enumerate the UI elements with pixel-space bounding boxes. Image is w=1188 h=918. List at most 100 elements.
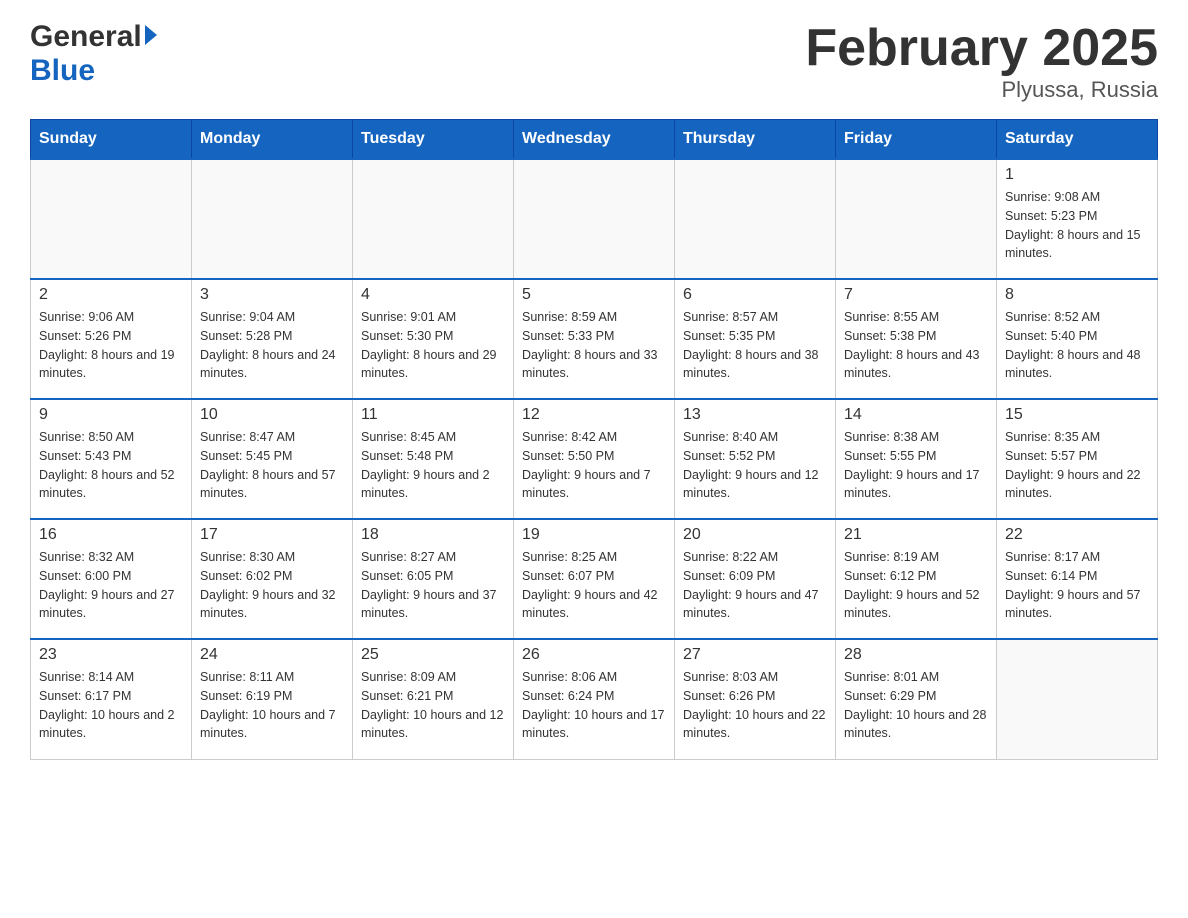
day-info: Sunrise: 8:06 AMSunset: 6:24 PMDaylight:… [522,668,666,743]
calendar-cell: 7 Sunrise: 8:55 AMSunset: 5:38 PMDaylight… [836,279,997,399]
day-number: 4 [361,286,505,304]
day-number: 24 [200,646,344,664]
day-number: 19 [522,526,666,544]
logo-general-text: General [30,20,142,54]
day-info: Sunrise: 9:08 AMSunset: 5:23 PMDaylight:… [1005,188,1149,263]
logo-blue-text: Blue [30,54,95,88]
day-number: 12 [522,406,666,424]
week-row-4: 16 Sunrise: 8:32 AMSunset: 6:00 PMDayligh… [31,519,1158,639]
calendar-cell: 25 Sunrise: 8:09 AMSunset: 6:21 PMDayligh… [353,639,514,759]
day-number: 22 [1005,526,1149,544]
day-info: Sunrise: 8:57 AMSunset: 5:35 PMDaylight:… [683,308,827,383]
day-number: 3 [200,286,344,304]
calendar-cell: 3 Sunrise: 9:04 AMSunset: 5:28 PMDaylight… [192,279,353,399]
header-row: SundayMondayTuesdayWednesdayThursdayFrid… [31,120,1158,160]
calendar-cell: 11 Sunrise: 8:45 AMSunset: 5:48 PMDayligh… [353,399,514,519]
day-info: Sunrise: 8:25 AMSunset: 6:07 PMDaylight:… [522,548,666,623]
week-row-5: 23Sunrise: 8:14 AMSunset: 6:17 PMDayligh… [31,639,1158,759]
day-info: Sunrise: 9:01 AMSunset: 5:30 PMDaylight:… [361,308,505,383]
day-info: Sunrise: 8:40 AMSunset: 5:52 PMDaylight:… [683,428,827,503]
day-info: Sunrise: 9:04 AMSunset: 5:28 PMDaylight:… [200,308,344,383]
calendar-cell: 1Sunrise: 9:08 AMSunset: 5:23 PMDaylight… [997,159,1158,279]
day-header-saturday: Saturday [997,120,1158,160]
title-block: February 2025 Plyussa, Russia [805,20,1158,103]
calendar-cell: 5Sunrise: 8:59 AMSunset: 5:33 PMDaylight… [514,279,675,399]
day-number: 17 [200,526,344,544]
calendar-cell: 19 Sunrise: 8:25 AMSunset: 6:07 PMDayligh… [514,519,675,639]
calendar-cell [31,159,192,279]
calendar-cell: 24 Sunrise: 8:11 AMSunset: 6:19 PMDayligh… [192,639,353,759]
day-info: Sunrise: 8:52 AMSunset: 5:40 PMDaylight:… [1005,308,1149,383]
calendar-cell: 17 Sunrise: 8:30 AMSunset: 6:02 PMDayligh… [192,519,353,639]
week-row-3: 9Sunrise: 8:50 AMSunset: 5:43 PMDaylight… [31,399,1158,519]
calendar-subtitle: Plyussa, Russia [805,77,1158,103]
calendar-cell [353,159,514,279]
logo-arrow-icon [145,25,157,45]
calendar-cell: 26 Sunrise: 8:06 AMSunset: 6:24 PMDayligh… [514,639,675,759]
calendar-cell: 4 Sunrise: 9:01 AMSunset: 5:30 PMDaylight… [353,279,514,399]
day-info: Sunrise: 8:09 AMSunset: 6:21 PMDaylight:… [361,668,505,743]
day-info: Sunrise: 8:55 AMSunset: 5:38 PMDaylight:… [844,308,988,383]
day-info: Sunrise: 8:35 AMSunset: 5:57 PMDaylight:… [1005,428,1149,503]
day-header-thursday: Thursday [675,120,836,160]
calendar-cell: 9Sunrise: 8:50 AMSunset: 5:43 PMDaylight… [31,399,192,519]
calendar-cell: 27 Sunrise: 8:03 AMSunset: 6:26 PMDayligh… [675,639,836,759]
logo: General Blue [30,20,157,88]
calendar-header: SundayMondayTuesdayWednesdayThursdayFrid… [31,120,1158,160]
day-number: 26 [522,646,666,664]
calendar-cell [997,639,1158,759]
calendar-cell: 10Sunrise: 8:47 AMSunset: 5:45 PMDayligh… [192,399,353,519]
day-info: Sunrise: 8:38 AMSunset: 5:55 PMDaylight:… [844,428,988,503]
day-number: 2 [39,286,183,304]
calendar-cell [675,159,836,279]
calendar-cell: 6 Sunrise: 8:57 AMSunset: 5:35 PMDaylight… [675,279,836,399]
day-info: Sunrise: 8:11 AMSunset: 6:19 PMDaylight:… [200,668,344,743]
day-info: Sunrise: 8:42 AMSunset: 5:50 PMDaylight:… [522,428,666,503]
day-number: 7 [844,286,988,304]
day-number: 13 [683,406,827,424]
day-header-friday: Friday [836,120,997,160]
day-number: 27 [683,646,827,664]
calendar-cell: 8Sunrise: 8:52 AMSunset: 5:40 PMDaylight… [997,279,1158,399]
day-header-monday: Monday [192,120,353,160]
calendar-cell: 28 Sunrise: 8:01 AMSunset: 6:29 PMDayligh… [836,639,997,759]
week-row-1: 1Sunrise: 9:08 AMSunset: 5:23 PMDaylight… [31,159,1158,279]
calendar-body: 1Sunrise: 9:08 AMSunset: 5:23 PMDaylight… [31,159,1158,759]
day-number: 15 [1005,406,1149,424]
day-number: 14 [844,406,988,424]
day-info: Sunrise: 8:22 AMSunset: 6:09 PMDaylight:… [683,548,827,623]
day-number: 18 [361,526,505,544]
day-header-tuesday: Tuesday [353,120,514,160]
day-number: 21 [844,526,988,544]
calendar-table: SundayMondayTuesdayWednesdayThursdayFrid… [30,119,1158,760]
calendar-cell: 13 Sunrise: 8:40 AMSunset: 5:52 PMDayligh… [675,399,836,519]
day-header-wednesday: Wednesday [514,120,675,160]
day-number: 6 [683,286,827,304]
day-info: Sunrise: 8:01 AMSunset: 6:29 PMDaylight:… [844,668,988,743]
day-number: 23 [39,646,183,664]
day-info: Sunrise: 8:19 AMSunset: 6:12 PMDaylight:… [844,548,988,623]
day-number: 28 [844,646,988,664]
day-info: Sunrise: 8:30 AMSunset: 6:02 PMDaylight:… [200,548,344,623]
day-number: 11 [361,406,505,424]
calendar-cell: 22 Sunrise: 8:17 AMSunset: 6:14 PMDayligh… [997,519,1158,639]
day-info: Sunrise: 8:32 AMSunset: 6:00 PMDaylight:… [39,548,183,623]
page-header: General Blue February 2025 Plyussa, Russ… [30,20,1158,103]
calendar-cell: 16 Sunrise: 8:32 AMSunset: 6:00 PMDayligh… [31,519,192,639]
day-info: Sunrise: 8:27 AMSunset: 6:05 PMDaylight:… [361,548,505,623]
calendar-cell: 14 Sunrise: 8:38 AMSunset: 5:55 PMDayligh… [836,399,997,519]
day-info: Sunrise: 8:03 AMSunset: 6:26 PMDaylight:… [683,668,827,743]
day-number: 25 [361,646,505,664]
day-number: 5 [522,286,666,304]
calendar-cell [836,159,997,279]
day-info: Sunrise: 8:50 AMSunset: 5:43 PMDaylight:… [39,428,183,503]
calendar-cell: 20 Sunrise: 8:22 AMSunset: 6:09 PMDayligh… [675,519,836,639]
day-number: 20 [683,526,827,544]
calendar-cell: 15 Sunrise: 8:35 AMSunset: 5:57 PMDayligh… [997,399,1158,519]
calendar-cell [514,159,675,279]
day-info: Sunrise: 8:45 AMSunset: 5:48 PMDaylight:… [361,428,505,503]
day-info: Sunrise: 8:17 AMSunset: 6:14 PMDaylight:… [1005,548,1149,623]
calendar-cell: 18 Sunrise: 8:27 AMSunset: 6:05 PMDayligh… [353,519,514,639]
day-number: 16 [39,526,183,544]
calendar-cell: 21 Sunrise: 8:19 AMSunset: 6:12 PMDayligh… [836,519,997,639]
